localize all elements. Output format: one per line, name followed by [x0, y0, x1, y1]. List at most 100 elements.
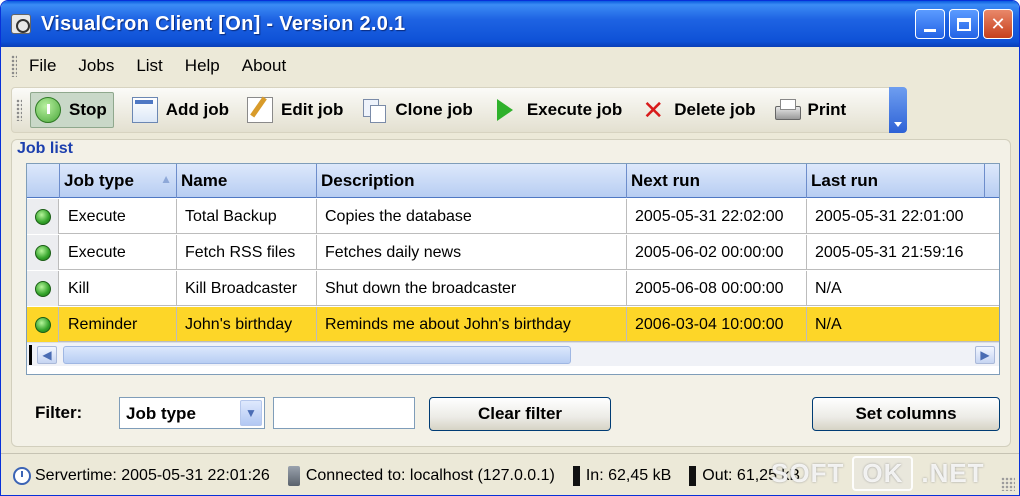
- cell-next-run: 2006-03-04 10:00:00: [627, 307, 807, 342]
- header-name[interactable]: Name: [177, 164, 317, 198]
- menu-bar: File Jobs List Help About: [1, 47, 1019, 85]
- cell-description: Shut down the broadcaster: [317, 271, 627, 306]
- stop-label: Stop: [69, 100, 107, 119]
- menu-about[interactable]: About: [242, 56, 286, 76]
- table-row[interactable]: Execute Total Backup Copies the database…: [27, 199, 999, 234]
- menu-grip-icon[interactable]: [11, 55, 17, 77]
- delete-job-button[interactable]: ✕ Delete job: [640, 92, 755, 128]
- edit-job-button[interactable]: Edit job: [247, 92, 343, 128]
- main-window: VisualCron Client [On] - Version 2.0.1 ✕…: [0, 0, 1020, 496]
- watermark: SOFT OK .NET: [771, 453, 985, 493]
- printer-icon: [774, 97, 801, 123]
- add-job-button[interactable]: Add job: [131, 92, 230, 128]
- add-job-label: Add job: [165, 100, 230, 119]
- status-green-icon: [34, 280, 51, 297]
- status-green-icon: [34, 208, 51, 225]
- scroll-right-icon[interactable]: ▶: [975, 346, 995, 364]
- app-icon: [11, 14, 31, 34]
- cell-job-type: Execute: [60, 199, 177, 234]
- menu-list[interactable]: List: [136, 56, 162, 76]
- print-label: Print: [807, 100, 847, 119]
- scrollbar-thumb[interactable]: [63, 346, 571, 364]
- minimize-button[interactable]: [915, 9, 945, 39]
- print-button[interactable]: Print: [774, 92, 847, 128]
- cell-last-run: 2005-05-31 21:59:16: [807, 235, 999, 270]
- table-row[interactable]: Execute Fetch RSS files Fetches daily ne…: [27, 235, 999, 270]
- set-columns-button[interactable]: Set columns: [812, 397, 1000, 431]
- menu-jobs[interactable]: Jobs: [78, 56, 114, 76]
- menu-help[interactable]: Help: [185, 56, 220, 76]
- cell-description: Fetches daily news: [317, 235, 627, 270]
- delete-job-label: Delete job: [674, 100, 756, 119]
- cell-name: John's birthday: [177, 307, 317, 342]
- cell-job-type: Execute: [60, 235, 177, 270]
- job-list-grid: Job type ▲ Name Description Next run Las…: [26, 163, 1000, 375]
- header-job-type[interactable]: Job type ▲: [60, 164, 177, 198]
- status-green-icon: [34, 316, 51, 333]
- cell-job-type: Reminder: [60, 307, 177, 342]
- clone-job-button[interactable]: Clone job: [361, 92, 473, 128]
- horizontal-scrollbar[interactable]: ◀ ▶: [27, 342, 999, 366]
- cell-next-run: 2005-06-08 00:00:00: [627, 271, 807, 306]
- filter-text-input[interactable]: [273, 397, 415, 429]
- server-icon: [287, 465, 300, 486]
- filter-field-select[interactable]: Job type ▼: [119, 397, 265, 429]
- play-icon: [496, 99, 513, 121]
- cell-next-run: 2005-06-02 00:00:00: [627, 235, 807, 270]
- window-title: VisualCron Client [On] - Version 2.0.1: [41, 12, 406, 35]
- cell-last-run: 2005-05-31 22:01:00: [807, 199, 999, 234]
- watermark-left: SOFT: [771, 457, 845, 488]
- close-button[interactable]: ✕: [983, 9, 1013, 39]
- connection-text: Connected to: localhost (127.0.0.1): [305, 466, 555, 484]
- header-description[interactable]: Description: [317, 164, 627, 198]
- header-status[interactable]: [27, 164, 60, 198]
- traffic-bar-icon: [689, 465, 697, 486]
- watermark-right: .NET: [921, 457, 985, 488]
- filter-label: Filter:: [35, 403, 83, 422]
- cell-description: Reminds me about John's birthday: [317, 307, 627, 342]
- power-icon: [35, 97, 61, 123]
- execute-job-button[interactable]: Execute job: [491, 92, 622, 128]
- text-cursor: [29, 345, 32, 365]
- clock-icon: [13, 466, 31, 485]
- scroll-left-icon[interactable]: ◀: [37, 346, 57, 364]
- filter-field-value: Job type: [126, 404, 196, 423]
- cell-last-run: N/A: [807, 271, 999, 306]
- resize-grip-icon[interactable]: [1001, 477, 1015, 491]
- sort-ascending-icon: ▲: [160, 172, 172, 186]
- status-cell: [27, 199, 59, 234]
- header-last-run[interactable]: Last run: [807, 164, 985, 198]
- clear-filter-button[interactable]: Clear filter: [429, 397, 611, 431]
- title-bar[interactable]: VisualCron Client [On] - Version 2.0.1 ✕: [1, 1, 1019, 47]
- menu-file[interactable]: File: [29, 56, 56, 76]
- header-job-type-label: Job type: [64, 171, 134, 190]
- table-row-selected[interactable]: Reminder John's birthday Reminds me abou…: [27, 307, 999, 342]
- table-row[interactable]: Kill Kill Broadcaster Shut down the broa…: [27, 271, 999, 306]
- execute-job-label: Execute job: [526, 100, 623, 119]
- chevron-down-icon[interactable]: ▼: [240, 400, 262, 426]
- toolbar-grip-icon[interactable]: [16, 99, 22, 121]
- status-cell: [27, 235, 59, 270]
- toolbar: Stop Add job Edit job Clone job Execute …: [11, 87, 907, 133]
- connection-status: Connected to: localhost (127.0.0.1): [287, 465, 555, 486]
- maximize-icon: [957, 17, 971, 31]
- maximize-button[interactable]: [949, 9, 979, 39]
- in-traffic-status: In: 62,45 kB: [572, 465, 672, 486]
- job-list-title: Job list: [17, 140, 74, 157]
- cell-name: Fetch RSS files: [177, 235, 317, 270]
- cell-description: Copies the database: [317, 199, 627, 234]
- header-next-run[interactable]: Next run: [627, 164, 807, 198]
- delete-x-icon: ✕: [642, 95, 665, 125]
- toolbar-overflow-chevron-icon[interactable]: [889, 87, 907, 133]
- stop-button[interactable]: Stop: [30, 92, 114, 128]
- grid-header: Job type ▲ Name Description Next run Las…: [27, 164, 999, 198]
- cell-name: Total Backup: [177, 199, 317, 234]
- minimize-icon: [924, 28, 936, 32]
- traffic-bar-icon: [572, 465, 580, 486]
- cell-last-run: N/A: [807, 307, 999, 342]
- status-cell: [27, 307, 59, 342]
- status-green-icon: [34, 244, 51, 261]
- window-controls: ✕: [915, 9, 1013, 39]
- in-traffic-text: In: 62,45 kB: [585, 466, 672, 484]
- close-icon: ✕: [990, 13, 1006, 34]
